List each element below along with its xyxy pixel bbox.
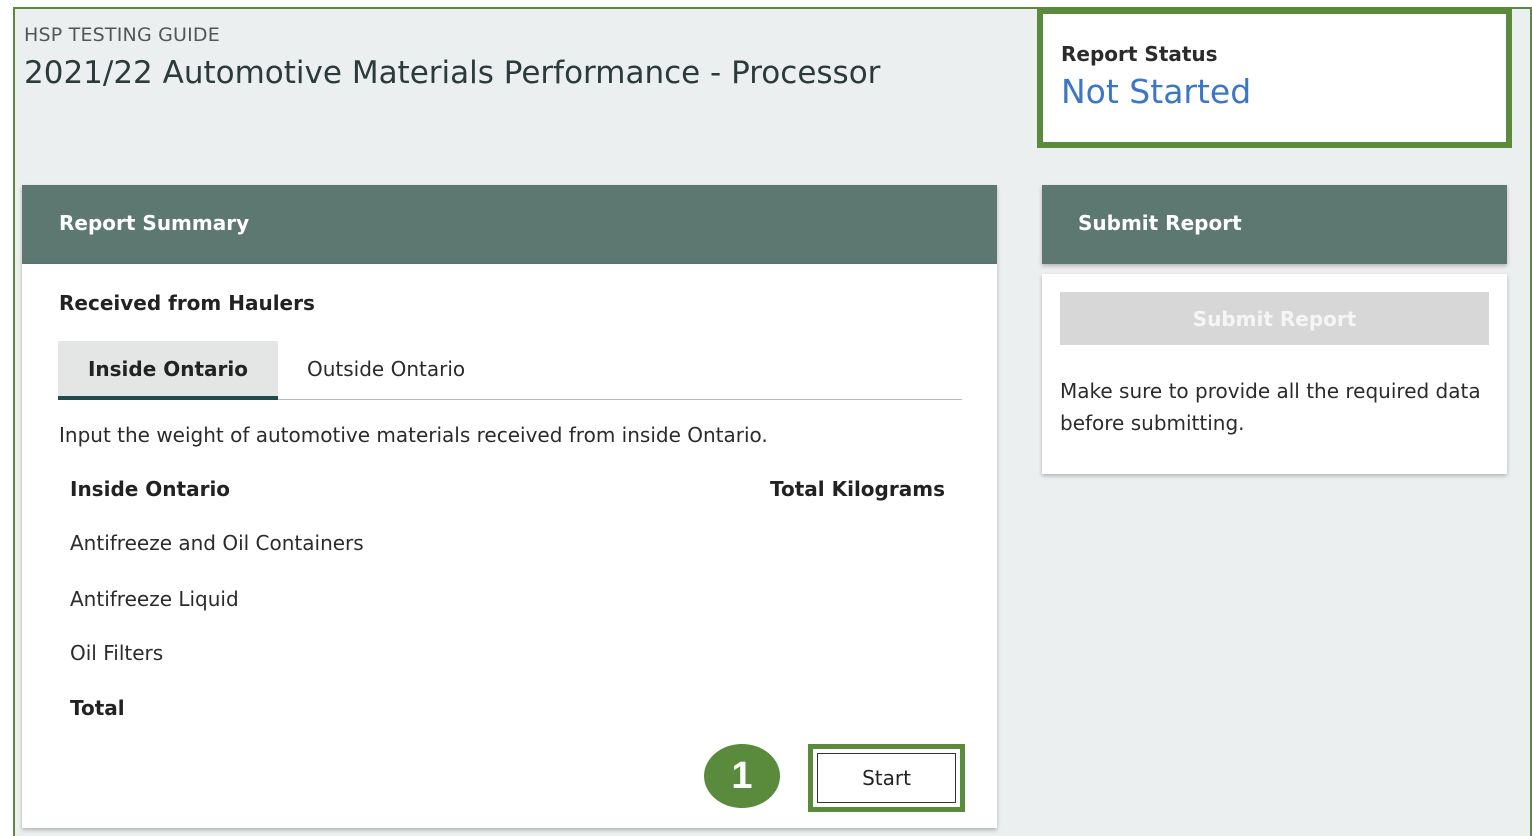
submit-report-card: Submit Report Make sure to provide all t… (1042, 274, 1507, 474)
tab-outside-ontario[interactable]: Outside Ontario (307, 341, 465, 400)
table-row-oil-filters: Oil Filters (70, 641, 164, 665)
step-number-badge: 1 (704, 744, 780, 808)
report-summary-title: Report Summary (59, 211, 250, 235)
guide-label: HSP TESTING GUIDE (24, 24, 220, 46)
location-tabs: Inside Ontario Outside Ontario (58, 341, 962, 400)
submit-report-title: Submit Report (1078, 211, 1242, 235)
submit-report-button[interactable]: Submit Report (1060, 292, 1489, 345)
table-row-antifreeze-oil-containers: Antifreeze and Oil Containers (70, 531, 364, 555)
section-title: Received from Haulers (59, 291, 315, 315)
report-status-label: Report Status (1061, 42, 1218, 66)
start-button-highlight: Start (808, 744, 965, 812)
table-row-total: Total (70, 696, 125, 720)
report-status-value: Not Started (1061, 72, 1252, 111)
instruction-text: Input the weight of automotive materials… (59, 423, 768, 447)
table-header-category: Inside Ontario (70, 477, 231, 501)
submit-note: Make sure to provide all the required da… (1060, 379, 1481, 435)
table-header-weight: Total Kilograms (770, 477, 945, 501)
submit-report-header: Submit Report (1042, 185, 1507, 264)
report-summary-header: Report Summary (22, 185, 997, 264)
report-status-box: Report Status Not Started (1037, 8, 1512, 148)
table-row-antifreeze-liquid: Antifreeze Liquid (70, 587, 239, 611)
tab-inside-ontario[interactable]: Inside Ontario (58, 341, 278, 400)
page-title: 2021/22 Automotive Materials Performance… (24, 55, 881, 91)
start-button[interactable]: Start (817, 753, 956, 803)
